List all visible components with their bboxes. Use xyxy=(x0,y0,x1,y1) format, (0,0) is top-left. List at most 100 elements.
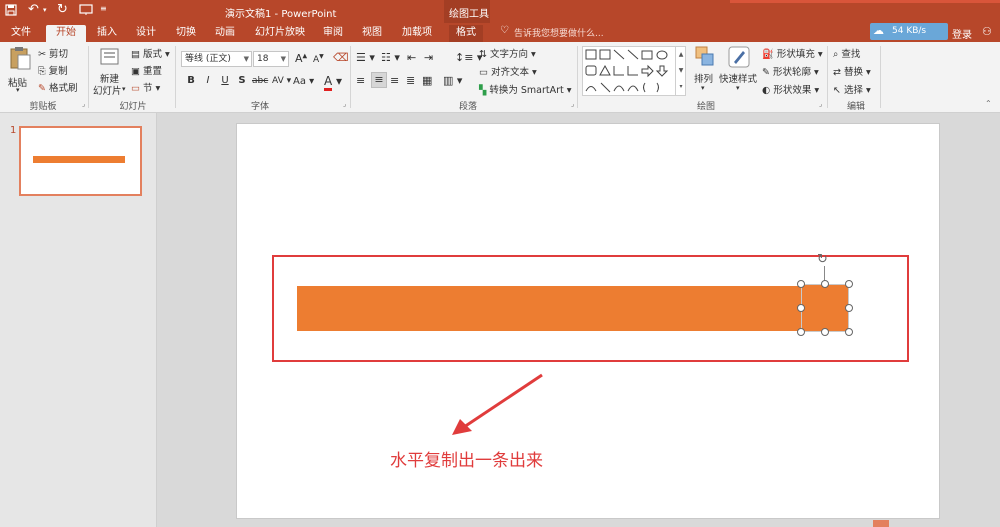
bold-button[interactable]: B xyxy=(183,73,199,89)
smartart-icon: ▚ xyxy=(479,85,487,96)
slides-group-label: 幻灯片 xyxy=(119,102,147,112)
paste-button[interactable]: 粘贴 ▾ xyxy=(6,46,34,94)
shadow-button[interactable]: S xyxy=(234,73,250,89)
change-case-button[interactable]: Aa ▾ xyxy=(293,76,314,87)
tab-insert[interactable]: 插入 xyxy=(92,25,122,42)
shapes-gallery[interactable]: ▲ ▼ ▾ xyxy=(582,46,686,96)
char-spacing-label: AV xyxy=(272,76,284,86)
copy-label: 复制 xyxy=(48,66,68,77)
format-painter-label: 格式刷 xyxy=(49,83,78,94)
new-slide-button[interactable]: 新建 幻灯片 ▾ xyxy=(93,46,127,97)
resize-handle-top-left[interactable] xyxy=(797,280,805,288)
clear-format-icon[interactable]: ⌫ xyxy=(333,51,349,64)
columns-button[interactable]: ▥ ▾ xyxy=(443,74,462,87)
tab-slideshow[interactable]: 幻灯片放映 xyxy=(250,25,310,42)
format-painter-button[interactable]: ✎ 格式刷 xyxy=(38,80,78,94)
tab-view[interactable]: 视图 xyxy=(357,25,387,42)
tab-transitions[interactable]: 切换 xyxy=(171,25,201,42)
distribute-button[interactable]: ▦ xyxy=(422,74,432,87)
slide-thumbnails-pane: 1 xyxy=(0,113,157,527)
underline-button[interactable]: U xyxy=(217,73,233,89)
tab-file[interactable]: 文件 xyxy=(6,25,36,42)
quick-styles-icon xyxy=(728,46,750,68)
resize-handle-top-right[interactable] xyxy=(845,280,853,288)
redo-icon[interactable]: ↻ xyxy=(57,2,68,17)
copy-button[interactable]: ⎘ 复制 xyxy=(38,63,68,77)
pen-icon: ✎ xyxy=(762,67,770,78)
find-button[interactable]: ⌕ 查找 xyxy=(833,46,860,60)
font-size-combo[interactable]: 18 ▼ xyxy=(253,51,289,67)
align-text-button[interactable]: ▭ 对齐文本 ▾ xyxy=(479,64,537,78)
group-separator xyxy=(88,46,89,108)
layout-button[interactable]: ▤ 版式 ▾ xyxy=(131,46,170,60)
resize-handle-middle-left[interactable] xyxy=(797,304,805,312)
numbering-button[interactable]: ☷ ▾ xyxy=(381,51,400,64)
title-bar: ↶ ▾ ↻ ≡ 演示文稿1 - PowerPoint 绘图工具 xyxy=(0,0,1000,23)
shrink-font-button[interactable]: A▼ xyxy=(313,53,324,65)
slide-thumbnail[interactable] xyxy=(19,126,142,196)
shape-outline-button[interactable]: ✎ 形状轮廓 ▾ xyxy=(762,64,819,78)
orange-square-shape[interactable] xyxy=(801,284,849,332)
replace-label: 替换 xyxy=(844,67,864,78)
tab-format[interactable]: 格式 xyxy=(449,25,483,42)
tell-me-search[interactable]: 告诉我您想要做什么... xyxy=(514,26,604,39)
brush-icon: ✎ xyxy=(38,83,46,94)
font-group-label: 字体 xyxy=(250,102,269,112)
tab-animations[interactable]: 动画 xyxy=(210,25,240,42)
orange-bar-shape[interactable] xyxy=(297,286,803,331)
arrange-dropdown-icon: ▾ xyxy=(701,84,705,92)
save-icon[interactable] xyxy=(5,4,17,16)
chevron-down-icon: ▼ xyxy=(280,55,286,63)
undo-dropdown-icon[interactable]: ▾ xyxy=(43,6,47,14)
drawing-launcher-icon[interactable]: ⌟ xyxy=(819,100,822,108)
replace-button[interactable]: ⇄ 替换 ▾ xyxy=(833,64,871,78)
smartart-button[interactable]: ▚ 转换为 SmartArt ▾ xyxy=(479,82,572,96)
text-direction-button[interactable]: ⇅ 文字方向 ▾ xyxy=(479,46,536,60)
paragraph-launcher-icon[interactable]: ⌟ xyxy=(571,100,574,108)
resize-handle-bottom-right[interactable] xyxy=(845,328,853,336)
collapse-ribbon-icon[interactable]: ⌃ xyxy=(985,99,992,108)
lightbulb-icon: ♡ xyxy=(500,25,509,36)
arrange-button[interactable]: 排列 ▾ xyxy=(692,46,718,96)
slide-canvas[interactable]: ↻ 水平复制出一条出来 xyxy=(236,123,940,519)
decrease-indent-button[interactable]: ⇤ xyxy=(407,51,416,64)
font-launcher-icon[interactable]: ⌟ xyxy=(343,100,346,108)
customize-toolbar-icon[interactable]: ≡ xyxy=(100,4,107,13)
align-right-button[interactable]: ≡ xyxy=(390,74,399,87)
tab-review[interactable]: 审阅 xyxy=(318,25,348,42)
tab-addins[interactable]: 加载项 xyxy=(397,25,437,42)
grow-font-button[interactable]: A▲ xyxy=(295,52,307,65)
share-person-icon[interactable]: ⚇ xyxy=(982,25,992,38)
gallery-scroll[interactable]: ▲ ▼ ▾ xyxy=(675,47,686,95)
shape-effects-button[interactable]: ◐ 形状效果 ▾ xyxy=(762,82,819,96)
resize-handle-bottom-middle[interactable] xyxy=(821,328,829,336)
resize-handle-middle-right[interactable] xyxy=(845,304,853,312)
section-button[interactable]: ▭ 节 ▾ xyxy=(131,80,160,94)
tab-design[interactable]: 设计 xyxy=(131,25,161,42)
rotate-handle-icon[interactable]: ↻ xyxy=(817,252,828,267)
login-link[interactable]: 登录 xyxy=(952,26,972,41)
increase-indent-button[interactable]: ⇥ xyxy=(424,51,433,64)
bullets-button[interactable]: ☰ ▾ xyxy=(356,51,375,64)
font-name-combo[interactable]: 等线 (正文) ▼ xyxy=(181,51,252,67)
reset-button[interactable]: ▣ 重置 xyxy=(131,63,162,77)
char-spacing-button[interactable]: AV ▾ xyxy=(272,76,291,86)
resize-handle-bottom-left[interactable] xyxy=(797,328,805,336)
resize-handle-top-middle[interactable] xyxy=(821,280,829,288)
quick-styles-button[interactable]: 快速样式 ▾ xyxy=(719,46,759,96)
select-button[interactable]: ↖ 选择 ▾ xyxy=(833,82,871,96)
justify-button[interactable]: ≣ xyxy=(406,74,415,87)
window-title: 演示文稿1 - PowerPoint xyxy=(225,9,337,20)
start-from-beginning-icon[interactable] xyxy=(79,4,93,16)
align-left-button[interactable]: ≡ xyxy=(356,74,365,87)
cut-button[interactable]: ✂ 剪切 xyxy=(38,46,68,60)
shape-fill-button[interactable]: ⛽ 形状填充 ▾ xyxy=(762,46,823,60)
strikethrough-button[interactable]: abc xyxy=(252,76,268,86)
clipboard-launcher-icon[interactable]: ⌟ xyxy=(82,100,85,108)
italic-button[interactable]: I xyxy=(200,73,216,89)
shape-fill-label: 形状填充 xyxy=(776,49,815,60)
align-center-button[interactable]: ≡ xyxy=(371,72,387,88)
undo-icon[interactable]: ↶ xyxy=(28,2,39,17)
tab-home[interactable]: 开始 xyxy=(46,25,86,42)
font-color-button[interactable]: A ▾ xyxy=(324,74,342,91)
